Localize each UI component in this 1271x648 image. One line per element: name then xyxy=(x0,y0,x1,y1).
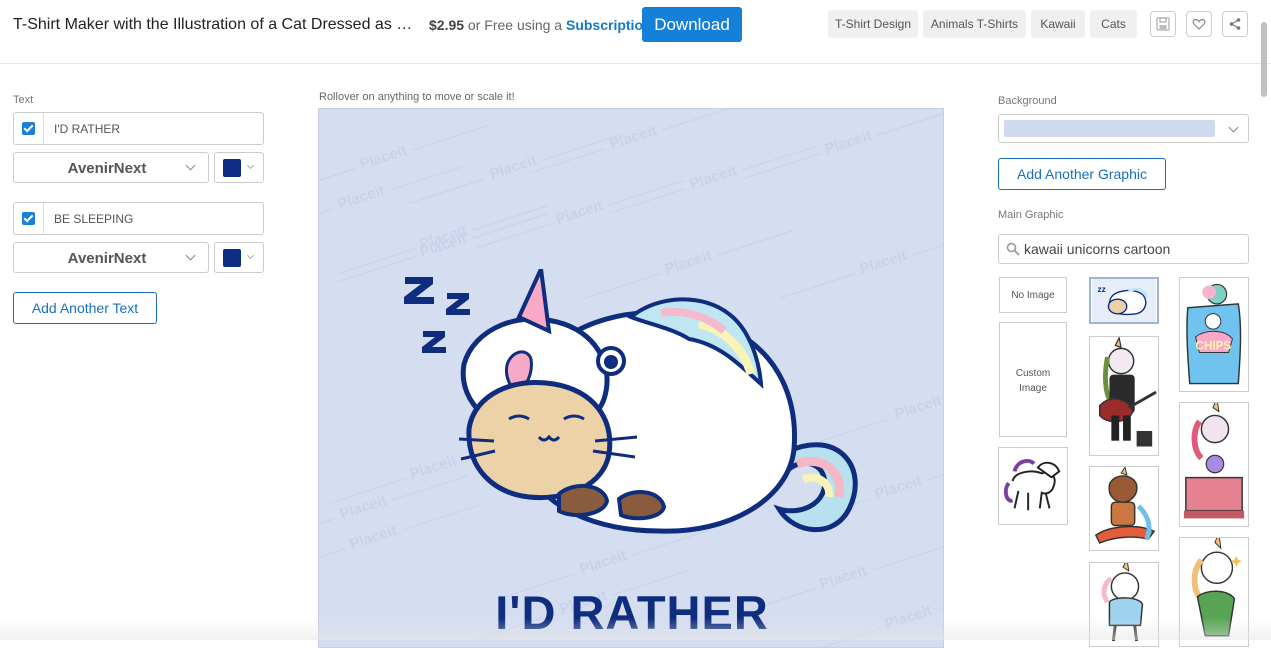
background-color-select[interactable] xyxy=(998,114,1249,143)
subscription-link[interactable]: Subscription xyxy=(566,17,652,33)
custom-image-option[interactable]: Custom Image xyxy=(999,322,1067,437)
save-button[interactable] xyxy=(1150,11,1176,37)
save-icon xyxy=(1156,17,1170,31)
chevron-down-icon xyxy=(1228,122,1239,133)
sleeping-cat-unicorn-thumb: zz xyxy=(1091,279,1157,322)
price-info: $2.95 or Free using a Subscription xyxy=(429,17,652,33)
heart-icon xyxy=(1192,18,1206,30)
share-button[interactable] xyxy=(1222,11,1248,37)
svg-text:CHIPS: CHIPS xyxy=(1196,340,1232,353)
design-canvas[interactable]: Placeit Placeit Placeit Placeit Placeit … xyxy=(318,108,944,648)
color-swatch xyxy=(223,159,241,177)
text-line-1-input[interactable] xyxy=(54,119,254,139)
sleeping-cat-unicorn-graphic[interactable] xyxy=(399,269,869,559)
graphic-thumb-walking-unicorn[interactable] xyxy=(998,447,1068,525)
text-line-1-color-select[interactable] xyxy=(214,152,264,183)
checkbox-checked-icon[interactable] xyxy=(22,122,35,135)
background-label: Background xyxy=(998,95,1057,107)
text-line-2-field xyxy=(13,202,264,235)
color-swatch xyxy=(223,249,241,267)
download-button[interactable]: Download xyxy=(642,7,742,42)
watermark: Placeit xyxy=(687,161,739,194)
chevron-down-icon xyxy=(246,161,255,170)
unicorn-in-shirt-thumb xyxy=(1101,563,1144,642)
svg-text:zz: zz xyxy=(1097,285,1105,294)
search-icon xyxy=(1006,242,1020,256)
no-image-label: No Image xyxy=(1011,290,1055,301)
unicorn-fortune-teller-thumb xyxy=(1183,403,1245,519)
add-another-text-button[interactable]: Add Another Text xyxy=(13,292,157,324)
unicorn-chips-bag-thumb: CHIPS xyxy=(1186,283,1242,385)
main-graphic-label: Main Graphic xyxy=(998,209,1064,221)
tag-tshirt-design[interactable]: T-Shirt Design xyxy=(828,10,918,38)
watermark: Placeit xyxy=(335,181,387,214)
watermark: Placeit xyxy=(553,196,605,229)
chevron-down-icon xyxy=(246,251,255,260)
add-another-graphic-button[interactable]: Add Another Graphic xyxy=(998,158,1166,190)
graphic-thumb-horse-surfer[interactable] xyxy=(1089,466,1159,551)
page-scrollbar[interactable] xyxy=(1261,22,1267,97)
text-line-2-input[interactable] xyxy=(54,209,254,229)
watermark: Placeit xyxy=(347,521,399,554)
graphic-thumb-unicorn-mermaid[interactable] xyxy=(1179,537,1249,647)
horse-surfer-thumb xyxy=(1094,467,1156,544)
graphic-thumb-unicorn-chips-bag[interactable]: CHIPS xyxy=(1179,277,1249,392)
no-image-option[interactable]: No Image xyxy=(999,277,1067,313)
graphic-thumb-unicorn-guitar-rocker[interactable] xyxy=(1089,336,1159,456)
unicorn-guitar-rocker-thumb xyxy=(1098,337,1157,447)
canvas-hint: Rollover on anything to move or scale it… xyxy=(319,91,515,103)
text-line-1-font-select[interactable]: AvenirNext xyxy=(13,152,209,183)
graphic-thumb-sleeping-cat-unicorn[interactable]: zz xyxy=(1089,277,1159,324)
font-name: AvenirNext xyxy=(67,160,147,177)
walking-unicorn-thumb xyxy=(1003,459,1061,511)
tag-cats[interactable]: Cats xyxy=(1090,10,1137,38)
watermark: Placeit xyxy=(357,141,409,174)
text-line-2-color-select[interactable] xyxy=(214,242,264,273)
page-title: T-Shirt Maker with the Illustration of a… xyxy=(13,16,415,33)
background-swatch xyxy=(1004,120,1215,137)
favorite-button[interactable] xyxy=(1186,11,1212,37)
text-line-2-toggle[interactable] xyxy=(14,203,44,234)
tag-kawaii[interactable]: Kawaii xyxy=(1031,10,1085,38)
watermark: Placeit xyxy=(487,151,539,184)
price-suffix: or Free using a xyxy=(464,17,566,33)
graphic-search-input[interactable] xyxy=(1024,241,1244,257)
text-line-1-toggle[interactable] xyxy=(14,113,44,144)
watermark: Placeit xyxy=(872,471,924,504)
top-bar: T-Shirt Maker with the Illustration of a… xyxy=(0,0,1271,97)
share-icon xyxy=(1229,18,1241,30)
graphic-thumb-unicorn-fortune-teller[interactable] xyxy=(1179,402,1249,527)
design-text-line-1[interactable]: I'D RATHER xyxy=(319,585,943,640)
text-section-label: Text xyxy=(13,94,34,106)
text-line-2-font-select[interactable]: AvenirNext xyxy=(13,242,209,273)
graphic-thumb-unicorn-in-shirt[interactable] xyxy=(1089,562,1159,647)
graphic-search-field xyxy=(998,234,1249,264)
font-name: AvenirNext xyxy=(67,250,147,267)
watermark: Placeit xyxy=(607,121,659,154)
text-line-1-field xyxy=(13,112,264,145)
watermark: Placeit xyxy=(892,391,944,424)
checkbox-checked-icon[interactable] xyxy=(22,212,35,225)
price: $2.95 xyxy=(429,17,465,33)
zzz-icon xyxy=(404,277,470,353)
watermark: Placeit xyxy=(822,126,874,159)
unicorn-mermaid-thumb xyxy=(1191,538,1243,637)
custom-image-label: Custom Image xyxy=(1015,368,1051,394)
tag-animals-tshirts[interactable]: Animals T-Shirts xyxy=(923,10,1026,38)
